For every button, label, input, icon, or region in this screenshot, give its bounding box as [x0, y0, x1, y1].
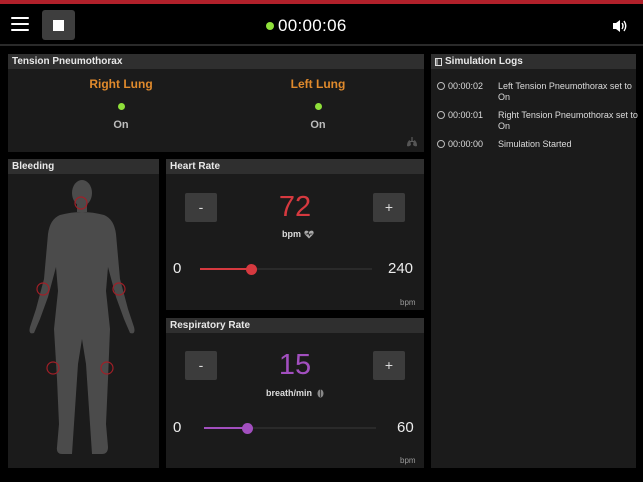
lungs-icon: [407, 137, 417, 147]
right-lung-label: Right Lung: [89, 77, 153, 91]
left-lung-label: Left Lung: [290, 77, 346, 91]
log-time: 00:00:02: [448, 81, 484, 91]
heart-rate-panel: Heart Rate - 72 bpm + 0 240 bpm: [166, 159, 424, 310]
left-lung-state: On: [310, 119, 326, 131]
body-silhouette: [29, 180, 135, 454]
panel-title: Respiratory Rate: [166, 318, 424, 333]
top-bar: 00:00:06: [0, 4, 643, 44]
lung-icon: [317, 389, 324, 397]
heart-rate-increase-button[interactable]: +: [373, 193, 405, 222]
log-entry: 00:00:00 Simulation Started: [437, 139, 638, 150]
respiratory-rate-increase-button[interactable]: +: [373, 351, 405, 380]
panel-title: Bleeding: [8, 159, 159, 174]
log-message: Right Tension Pneumothorax set to On: [498, 110, 638, 131]
left-lung-toggle[interactable]: Left Lung On: [278, 77, 358, 131]
heart-rate-unit: bpm: [282, 229, 314, 239]
respiratory-rate-decrease-button[interactable]: -: [185, 351, 217, 380]
top-bar-divider: [0, 44, 643, 46]
log-book-icon: [435, 57, 442, 66]
left-lung-status-dot: [314, 103, 322, 110]
simulation-logs-panel: Simulation Logs 00:00:02 Left Tension Pn…: [431, 54, 638, 468]
clock-icon: [437, 140, 445, 148]
respiratory-rate-value: 15: [278, 349, 312, 381]
right-lung-status-dot: [117, 103, 125, 110]
timer-status-dot: [266, 22, 274, 30]
clock-icon: [437, 111, 445, 119]
heart-rate-value: 72: [278, 191, 312, 223]
heart-rate-slider-fill: [200, 268, 252, 270]
heart-rate-unit-label: bpm: [282, 229, 301, 239]
stop-button[interactable]: [42, 10, 75, 40]
respiratory-rate-unit-label: breath/min: [266, 388, 313, 398]
respiratory-rate-max: 60: [397, 419, 414, 436]
heart-rate-corner-unit: bpm: [400, 298, 416, 307]
respiratory-rate-unit: breath/min: [266, 388, 324, 398]
log-message: Simulation Started: [498, 139, 572, 149]
panel-title: Simulation Logs: [431, 54, 636, 69]
respiratory-rate-min: 0: [173, 419, 182, 436]
log-entry: 00:00:01 Right Tension Pneumothorax set …: [437, 110, 638, 132]
log-time: 00:00:00: [448, 139, 484, 149]
panel-title: Tension Pneumothorax: [8, 54, 424, 69]
speaker-icon[interactable]: [611, 18, 629, 34]
stop-icon: [53, 20, 64, 31]
heart-rate-decrease-button[interactable]: -: [185, 193, 217, 222]
log-entry: 00:00:02 Left Tension Pneumothorax set t…: [437, 81, 638, 103]
timer: 00:00:06: [266, 16, 347, 36]
right-lung-state: On: [113, 119, 129, 131]
tension-pneumothorax-panel: Tension Pneumothorax Right Lung On Left …: [8, 54, 424, 152]
timer-value: 00:00:06: [278, 16, 347, 35]
heart-icon: [304, 230, 314, 238]
menu-icon[interactable]: [11, 17, 29, 31]
log-time: 00:00:01: [448, 110, 484, 120]
heart-rate-slider-handle[interactable]: [246, 264, 258, 275]
heart-rate-min: 0: [173, 260, 182, 277]
respiratory-rate-corner-unit: bpm: [400, 456, 416, 465]
clock-icon: [437, 82, 445, 90]
log-message: Left Tension Pneumothorax set to On: [498, 81, 632, 102]
respiratory-rate-panel: Respiratory Rate - 15 breath/min + 0 60 …: [166, 318, 424, 468]
respiratory-rate-slider-fill: [204, 427, 247, 429]
respiratory-rate-slider-handle[interactable]: [241, 423, 253, 434]
logs-title: Simulation Logs: [445, 56, 523, 67]
right-lung-toggle[interactable]: Right Lung On: [81, 77, 161, 131]
heart-rate-max: 240: [388, 260, 414, 277]
bleeding-panel: Bleeding: [8, 159, 159, 468]
panel-title: Heart Rate: [166, 159, 424, 174]
